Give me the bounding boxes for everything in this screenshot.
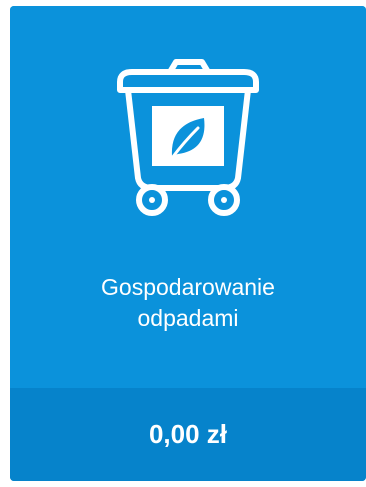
- waste-bin-leaf-icon: [108, 58, 268, 224]
- waste-management-tile[interactable]: Gospodarowanie odpadami 0,00 zł: [10, 6, 366, 481]
- amount-value: 0,00 zł: [148, 419, 228, 449]
- tile-title: Gospodarowanie odpadami: [10, 272, 366, 334]
- tile-footer: 0,00 zł: [10, 388, 366, 481]
- tile-title-line-1: Gospodarowanie: [101, 274, 275, 300]
- tile-header-area: Gospodarowanie odpadami: [10, 6, 366, 388]
- tile-title-line-2: odpadami: [137, 305, 239, 331]
